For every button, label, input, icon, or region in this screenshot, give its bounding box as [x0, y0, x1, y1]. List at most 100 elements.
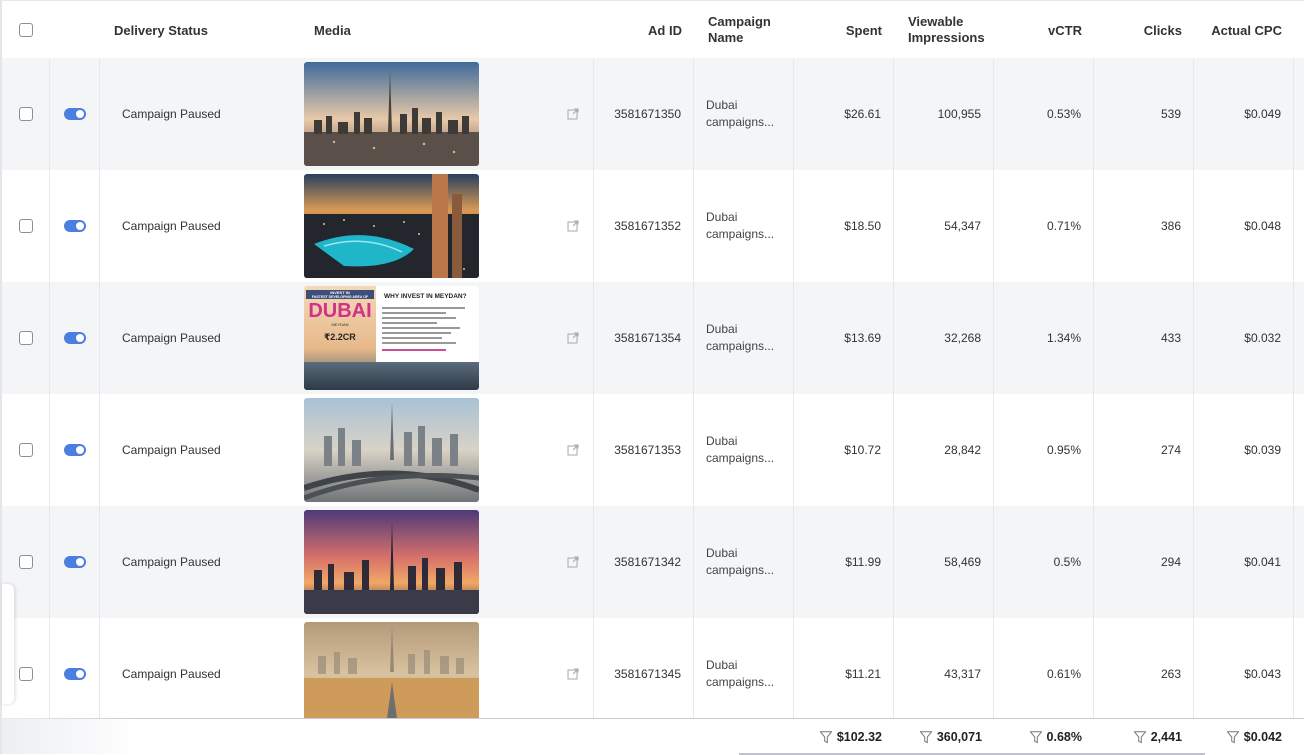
- campaign-name-line2: campaigns...: [706, 675, 775, 689]
- filter-funnel-icon[interactable]: [1029, 730, 1042, 744]
- ad-status-toggle[interactable]: [63, 220, 86, 232]
- header-vctr[interactable]: vCTR: [994, 1, 1094, 59]
- promo-line2: FASTEST DEVELOPING AREA OF: [306, 295, 374, 299]
- header-spent[interactable]: Spent: [794, 1, 894, 59]
- spent-value: $18.50: [794, 170, 894, 282]
- campaign-name-line2: campaigns...: [706, 115, 775, 129]
- delivery-status: Campaign Paused: [122, 331, 221, 345]
- ad-status-toggle[interactable]: [63, 108, 86, 120]
- header-actual-cpc[interactable]: Actual CPC: [1194, 1, 1294, 59]
- promo-big: DUBAI: [308, 300, 372, 322]
- row-toggle-cell: [50, 618, 100, 730]
- delivery-status: Campaign Paused: [122, 555, 221, 569]
- external-link-icon[interactable]: [567, 332, 579, 344]
- cpc-value: $0.043: [1194, 618, 1294, 730]
- vctr-value: 0.5%: [994, 506, 1094, 618]
- total-cpc-cell: $0.042: [1194, 719, 1294, 755]
- vctr-value: 0.71%: [994, 170, 1094, 282]
- cpc-value: $0.032: [1194, 282, 1294, 394]
- ad-id: 3581671353: [594, 394, 694, 506]
- row-select-cell: [2, 170, 50, 282]
- total-spent: $102.32: [836, 730, 882, 744]
- external-link-icon[interactable]: [567, 668, 579, 680]
- filter-funnel-icon[interactable]: [819, 730, 832, 744]
- header-ad-id[interactable]: Ad ID: [594, 1, 694, 59]
- external-link-icon[interactable]: [567, 108, 579, 120]
- delivery-status: Campaign Paused: [122, 219, 221, 233]
- vctr-value: 0.53%: [994, 58, 1094, 170]
- ad-status-toggle[interactable]: [63, 668, 86, 680]
- row-toggle-cell: [50, 170, 100, 282]
- header-viewable-impressions[interactable]: Viewable Impressions: [894, 1, 994, 59]
- campaign-name[interactable]: Dubai campaigns...: [694, 282, 794, 394]
- table-row: Campaign Paused 3581671353 Dubai campaig…: [2, 394, 1304, 506]
- ad-id: 3581671350: [594, 58, 694, 170]
- ads-data-table: Delivery Status Media Ad ID Campaign Nam…: [0, 0, 1304, 755]
- media-thumbnail[interactable]: [304, 398, 479, 502]
- promo-price: ₹2.2CR: [324, 332, 356, 342]
- row-checkbox[interactable]: [18, 219, 33, 233]
- row-select-cell: [2, 58, 50, 170]
- viewable-impressions-value: 43,317: [894, 618, 994, 730]
- campaign-name-line1: Dubai: [706, 322, 738, 336]
- campaign-name[interactable]: Dubai campaigns...: [694, 58, 794, 170]
- row-select-cell: [2, 282, 50, 394]
- select-all-checkbox[interactable]: [19, 23, 33, 37]
- filter-funnel-icon[interactable]: [1226, 730, 1239, 744]
- header-delivery-status[interactable]: Delivery Status: [100, 1, 300, 59]
- media-thumbnail[interactable]: [304, 510, 479, 614]
- spent-value: $13.69: [794, 282, 894, 394]
- ad-status-toggle[interactable]: [63, 556, 86, 568]
- media-cell: INVEST IN FASTEST DEVELOPING AREA OF DUB…: [300, 282, 484, 394]
- media-thumbnail[interactable]: INVEST IN FASTEST DEVELOPING AREA OF DUB…: [304, 286, 479, 390]
- header-clicks[interactable]: Clicks: [1094, 1, 1194, 59]
- viewable-impressions-value: 28,842: [894, 394, 994, 506]
- media-link-cell: [484, 618, 594, 730]
- campaign-name-line1: Dubai: [706, 210, 738, 224]
- ad-status-toggle[interactable]: [63, 444, 86, 456]
- vctr-value: 0.95%: [994, 394, 1094, 506]
- total-cpc: $0.042: [1243, 730, 1282, 744]
- row-checkbox[interactable]: [18, 331, 33, 345]
- campaign-name[interactable]: Dubai campaigns...: [694, 506, 794, 618]
- row-checkbox[interactable]: [18, 443, 33, 457]
- side-panel-handle[interactable]: [2, 584, 14, 704]
- row-checkbox[interactable]: [18, 667, 33, 681]
- campaign-name[interactable]: Dubai campaigns...: [694, 618, 794, 730]
- table-row: Campaign Paused 3581671345 Dubai campaig…: [2, 618, 1304, 730]
- total-clicks: 2,441: [1150, 730, 1182, 744]
- media-thumbnail[interactable]: [304, 62, 479, 166]
- clicks-value: 386: [1094, 170, 1194, 282]
- header-campaign-name-line1: Campaign: [708, 14, 771, 29]
- viewable-impressions-value: 58,469: [894, 506, 994, 618]
- row-checkbox[interactable]: [18, 555, 33, 569]
- row-checkbox[interactable]: [18, 107, 33, 121]
- total-viewable-cell: 360,071: [894, 719, 994, 755]
- filter-funnel-icon[interactable]: [919, 730, 932, 744]
- header-campaign-name-line2: Name: [708, 30, 744, 45]
- campaign-name[interactable]: Dubai campaigns...: [694, 170, 794, 282]
- clicks-value: 539: [1094, 58, 1194, 170]
- row-toggle-cell: [50, 394, 100, 506]
- external-link-icon[interactable]: [567, 556, 579, 568]
- viewable-impressions-value: 32,268: [894, 282, 994, 394]
- ad-status-toggle[interactable]: [63, 332, 86, 344]
- table-row: Campaign Paused 3581671350 Dubai campaig…: [2, 58, 1304, 170]
- external-link-icon[interactable]: [567, 444, 579, 456]
- media-thumbnail[interactable]: [304, 622, 479, 726]
- media-cell: [300, 394, 484, 506]
- select-all-cell: [2, 1, 50, 59]
- header-campaign-name[interactable]: Campaign Name: [694, 1, 794, 59]
- header-viewable-line2: Impressions: [908, 30, 985, 45]
- campaign-name[interactable]: Dubai campaigns...: [694, 394, 794, 506]
- clicks-value: 294: [1094, 506, 1194, 618]
- spent-value: $10.72: [794, 394, 894, 506]
- row-toggle-cell: [50, 506, 100, 618]
- campaign-name-line2: campaigns...: [706, 451, 775, 465]
- media-link-cell: [484, 58, 594, 170]
- header-media[interactable]: Media: [300, 1, 484, 59]
- filter-funnel-icon[interactable]: [1133, 730, 1146, 744]
- external-link-icon[interactable]: [567, 220, 579, 232]
- media-thumbnail[interactable]: [304, 174, 479, 278]
- ad-id: 3581671342: [594, 506, 694, 618]
